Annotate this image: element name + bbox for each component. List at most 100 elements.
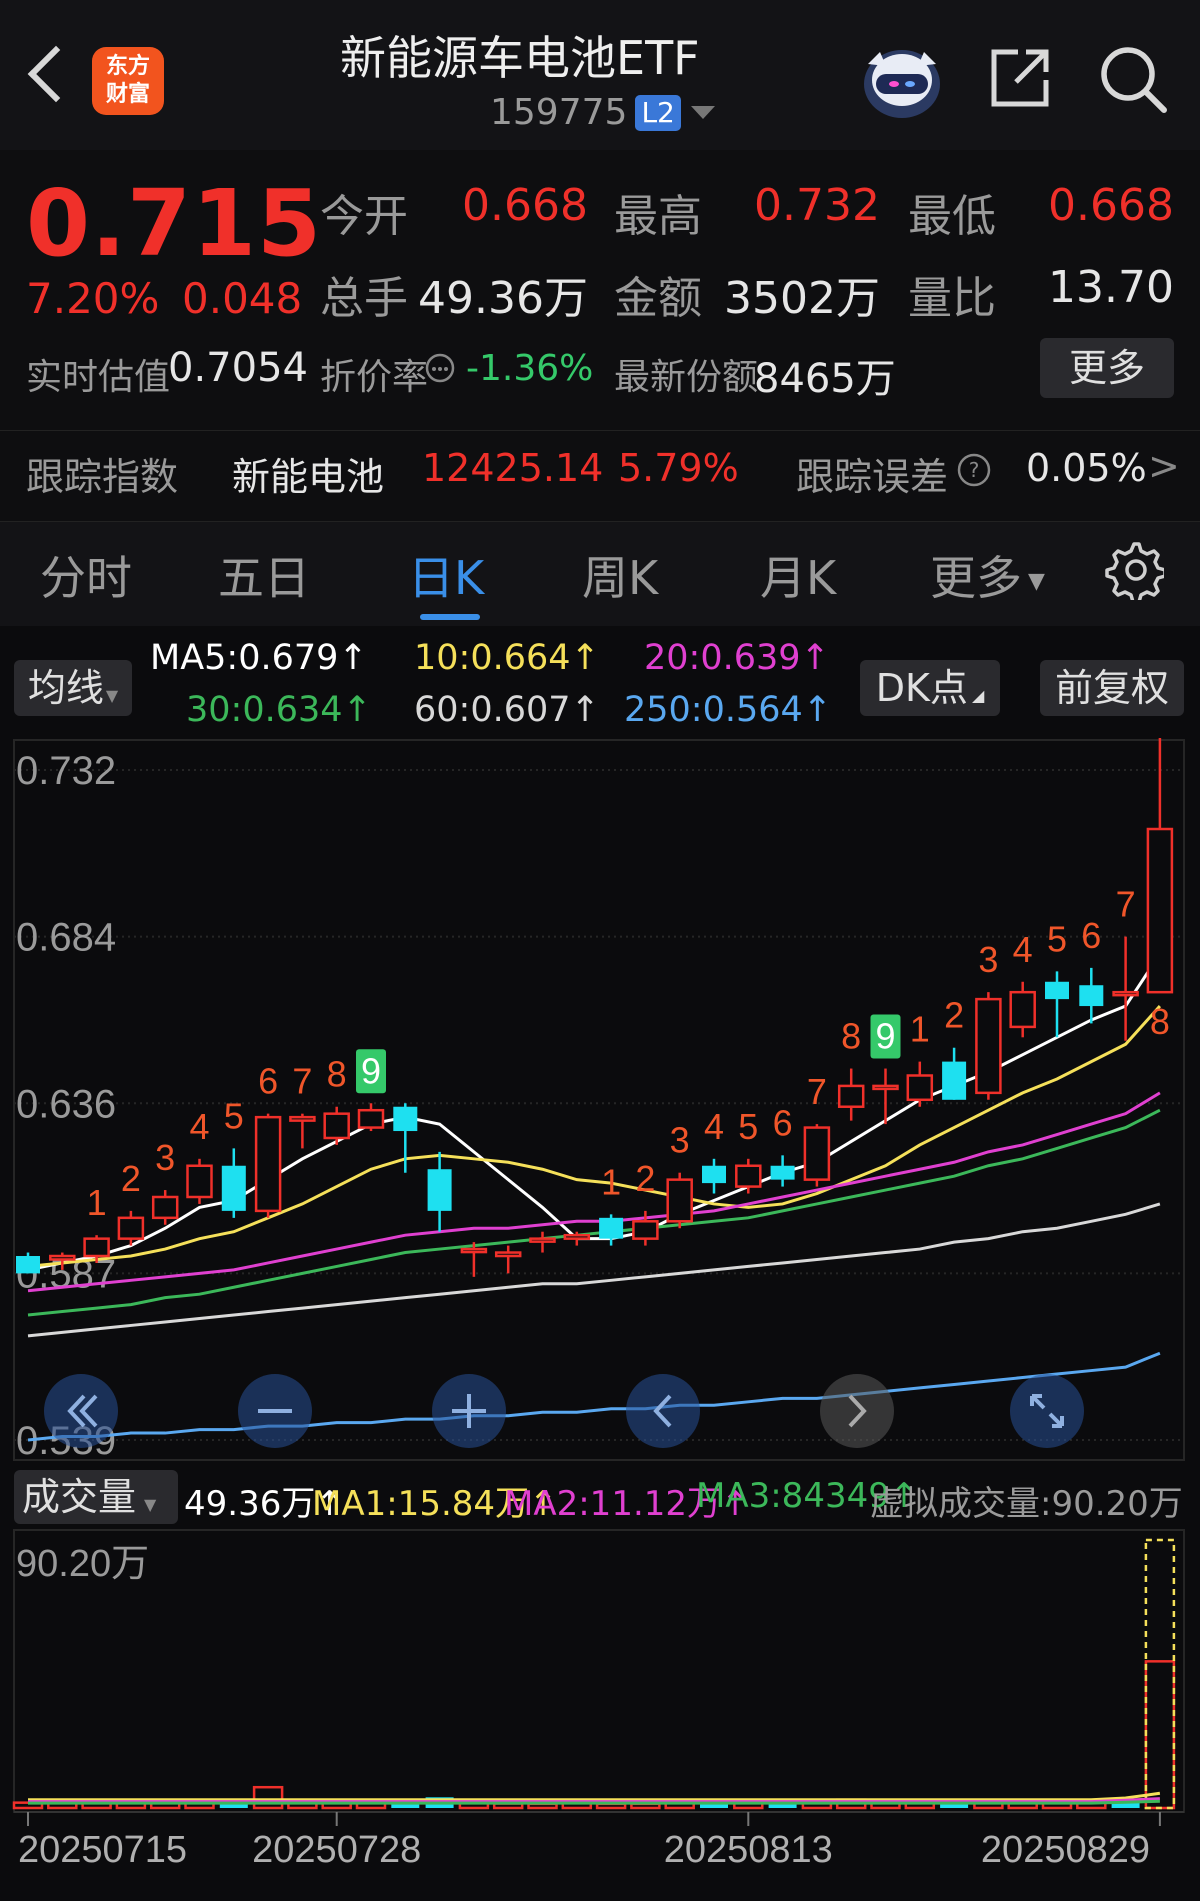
td-count-label: 8 (327, 1054, 347, 1095)
candle-body-down[interactable] (702, 1165, 726, 1184)
y-tick-label: 0.684 (16, 916, 116, 960)
last-price: 0.715 (26, 170, 323, 277)
td-count-label: 2 (635, 1158, 655, 1199)
shares-label: 最新份额 (614, 357, 759, 398)
chevron-right-icon[interactable]: > (1148, 444, 1180, 488)
candle-body-down[interactable] (1079, 985, 1104, 1007)
candle-body-up[interactable] (1146, 827, 1174, 994)
tracking-error-value: 0.05% (1026, 446, 1147, 490)
candle-body-up[interactable] (872, 1084, 899, 1091)
page-title: 新能源车电池ETF (340, 31, 700, 85)
volume-ratio-value: 13.70 (1048, 262, 1174, 313)
tracking-error-label: 跟踪误差 (796, 455, 949, 499)
tab-five-day[interactable]: 五日 (218, 542, 310, 608)
double-left-icon[interactable] (44, 1374, 118, 1448)
volume-bar-up (252, 1785, 284, 1810)
candle-body-up[interactable] (666, 1178, 693, 1223)
tab-weekly-k[interactable]: 周K (582, 542, 658, 608)
volume-pane-frame (13, 1529, 1185, 1813)
pan-left-icon[interactable] (626, 1374, 700, 1448)
svg-text:?: ? (969, 458, 980, 482)
candle-body-up[interactable] (632, 1220, 659, 1240)
candle-body-down[interactable] (221, 1165, 246, 1211)
ma30-value: 30:0.634↑ (186, 690, 372, 730)
td-count-label: 7 (807, 1071, 827, 1112)
td-count-label: 1 (910, 1009, 930, 1050)
share-icon[interactable] (988, 46, 1052, 110)
candle-body-down[interactable] (427, 1169, 452, 1211)
adjust-mode-button[interactable]: 前复权 (1040, 660, 1184, 716)
open-label: 今开 (320, 191, 408, 242)
candle-body-up[interactable] (563, 1233, 591, 1240)
td-count-label: 4 (189, 1106, 209, 1147)
candle-body-up[interactable] (460, 1247, 488, 1254)
candle-body-up[interactable] (186, 1164, 213, 1199)
candle-body-up[interactable] (975, 997, 1002, 1095)
candle-body-up[interactable] (735, 1164, 762, 1188)
candle-body-up[interactable] (1112, 990, 1139, 997)
candle-body-up[interactable] (323, 1112, 350, 1140)
info-dots-icon[interactable] (424, 352, 456, 384)
zoom-in-icon[interactable] (432, 1374, 506, 1448)
gear-icon[interactable] (1104, 540, 1164, 600)
candle-body-up[interactable] (529, 1237, 556, 1243)
right-glyph (848, 1394, 867, 1428)
candle-body-up[interactable] (494, 1251, 522, 1258)
td-count-label: 4 (1013, 929, 1033, 970)
kline-chart[interactable]: 0.7320.6840.6360.5870.539123456789123456… (0, 738, 1200, 1901)
tab-monthly-k[interactable]: 月K (760, 542, 836, 608)
ma-selector[interactable]: 均线 ▼ (14, 660, 132, 716)
help-icon[interactable]: ? (956, 452, 992, 488)
ma-selector-label: 均线 (27, 666, 104, 710)
search-icon[interactable] (1098, 44, 1168, 114)
td-count-label: 3 (155, 1137, 175, 1178)
candle-body-down[interactable] (393, 1106, 418, 1132)
dk-point-label: DK点 (875, 666, 968, 710)
candle-body-down[interactable] (599, 1217, 624, 1239)
candle-body-up[interactable] (49, 1254, 76, 1261)
td-count-label: 2 (944, 995, 964, 1036)
td-count-label: 9 (361, 1050, 381, 1091)
candle-body-up[interactable] (117, 1216, 145, 1240)
td-count-label: 9 (875, 1016, 895, 1057)
candle-body-up[interactable] (837, 1084, 865, 1108)
candle-body-down[interactable] (942, 1061, 967, 1100)
x-tick-label: 20250728 (252, 1829, 421, 1871)
expand-glyph (1030, 1394, 1064, 1428)
back-arrow-icon[interactable] (22, 40, 72, 110)
td-count-label: 6 (1081, 915, 1101, 956)
tab-more[interactable]: 更多 ▼ (930, 542, 1045, 608)
candle-body-down[interactable] (1045, 981, 1069, 1000)
security-code-selector[interactable]: 159775 L2 (490, 92, 715, 133)
td-count-label: 5 (738, 1106, 758, 1147)
candle-body-down[interactable] (770, 1165, 795, 1180)
fullscreen-icon[interactable] (1010, 1374, 1084, 1448)
volume-ma-line (28, 1791, 1161, 1802)
tab-daily-k[interactable]: 日K (408, 542, 484, 608)
robot-avatar-icon[interactable] (860, 44, 944, 120)
ma5-value: MA5:0.679↑ (150, 638, 368, 678)
indicator-selector[interactable]: 成交量 ▼ (14, 1470, 178, 1524)
candle-body-up[interactable] (803, 1126, 831, 1181)
left-glyph (653, 1394, 672, 1428)
candle-body-up[interactable] (289, 1115, 316, 1122)
caret-down-icon: ▼ (105, 686, 119, 705)
open-value: 0.668 (462, 180, 588, 231)
candle-body-up[interactable] (254, 1115, 282, 1213)
more-quote-button[interactable]: 更多 (1040, 338, 1174, 398)
candle-body-up[interactable] (906, 1074, 934, 1102)
candle-body-up[interactable] (151, 1195, 179, 1220)
td-count-label: 5 (224, 1095, 244, 1136)
zoom-out-icon[interactable] (238, 1374, 312, 1448)
candle-body-up[interactable] (357, 1108, 385, 1129)
candle-body-up[interactable] (83, 1237, 110, 1258)
td-count-label: 7 (292, 1061, 312, 1102)
ma20-value: 20:0.639↑ (644, 638, 830, 678)
candle-body-down[interactable] (16, 1256, 40, 1274)
pan-right-icon[interactable] (820, 1374, 894, 1448)
candle-body-up[interactable] (1009, 990, 1036, 1029)
virtual-volume: 虚拟成交量:90.20万 (870, 1484, 1183, 1524)
dk-point-button[interactable]: DK点 ◢ (860, 660, 1000, 716)
td-count-label: 1 (87, 1182, 107, 1223)
tab-intraday[interactable]: 分时 (40, 542, 132, 608)
